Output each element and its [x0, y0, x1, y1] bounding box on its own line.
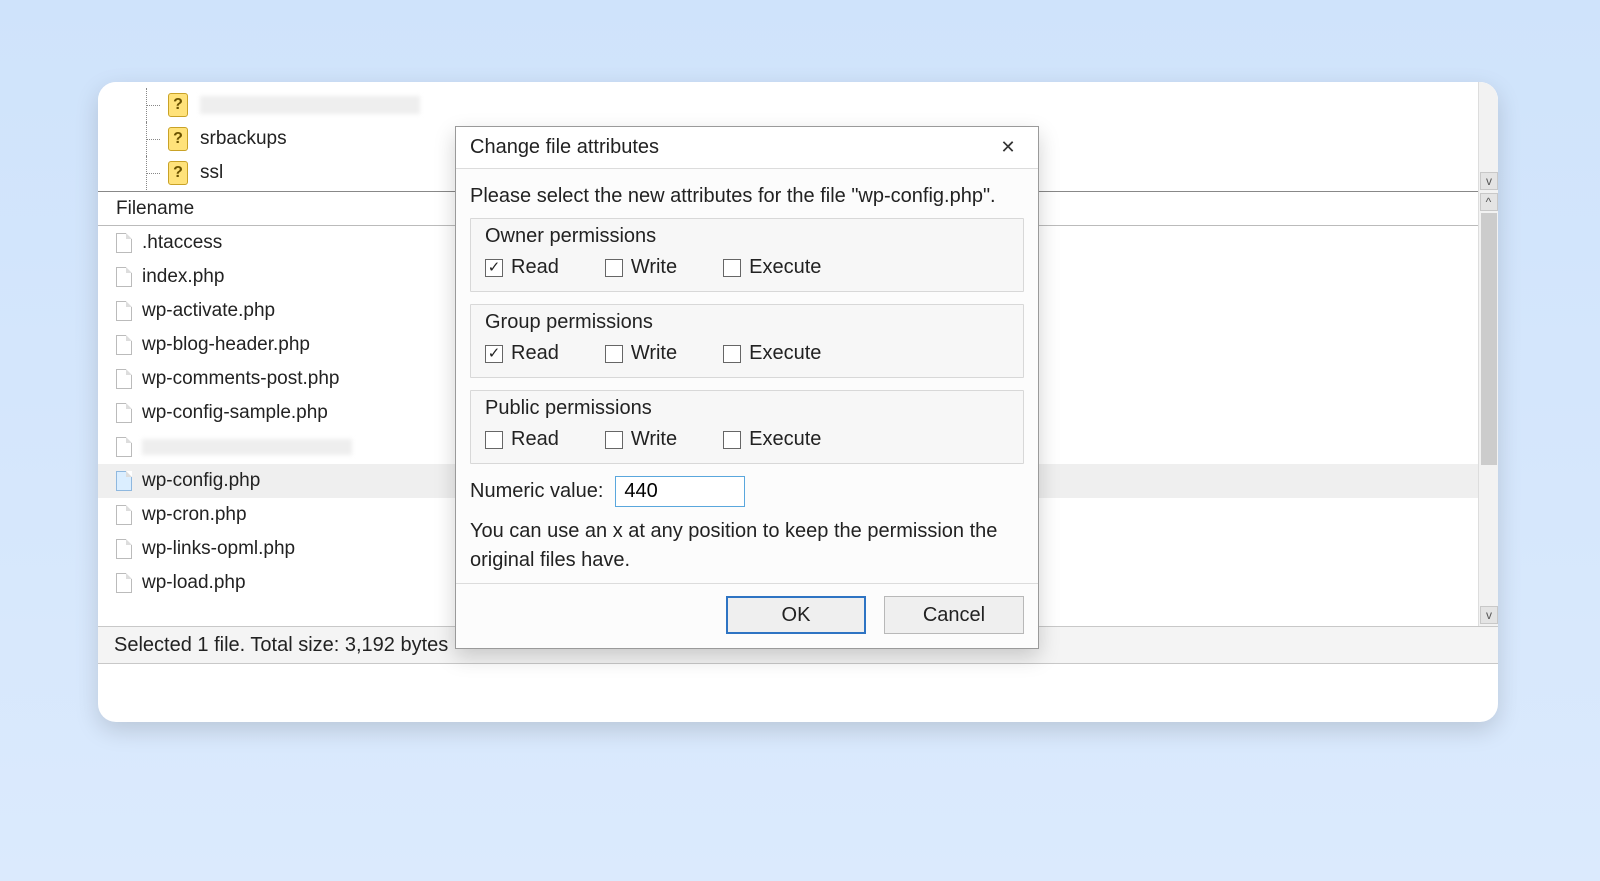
checkbox-icon	[485, 259, 503, 277]
tree-scrollbar[interactable]: v	[1478, 82, 1498, 192]
group-title: Public permissions	[485, 397, 1009, 420]
cancel-button[interactable]: Cancel	[884, 596, 1024, 634]
checkbox-label: Execute	[749, 428, 821, 451]
group-execute-checkbox[interactable]: Execute	[723, 342, 821, 365]
file-name: .htaccess	[142, 232, 222, 254]
checkbox-label: Write	[631, 342, 677, 365]
file-name: wp-config-sample.php	[142, 402, 328, 424]
file-icon	[116, 471, 132, 491]
group-write-checkbox[interactable]: Write	[605, 342, 677, 365]
unknown-folder-icon: ?	[168, 93, 188, 117]
file-name: wp-links-opml.php	[142, 538, 295, 560]
change-attributes-dialog: Change file attributes ✕ Please select t…	[455, 126, 1039, 649]
public-write-checkbox[interactable]: Write	[605, 428, 677, 451]
dialog-hint: You can use an x at any position to keep…	[470, 517, 1024, 575]
status-text: Selected 1 file. Total size: 3,192 bytes	[114, 634, 448, 657]
group-read-checkbox[interactable]: Read	[485, 342, 559, 365]
checkbox-label: Read	[511, 256, 559, 279]
file-icon	[116, 335, 132, 355]
file-icon	[116, 505, 132, 525]
dialog-instruction: Please select the new attributes for the…	[470, 185, 1024, 208]
file-icon	[116, 301, 132, 321]
checkbox-icon	[723, 259, 741, 277]
checkbox-icon	[723, 431, 741, 449]
file-name: index.php	[142, 266, 224, 288]
scroll-up-icon[interactable]: ^	[1480, 193, 1498, 211]
tree-item-label: ssl	[200, 162, 223, 184]
owner-permissions-group: Owner permissions Read Write Execute	[470, 218, 1024, 292]
group-permissions-group: Group permissions Read Write Execute	[470, 304, 1024, 378]
file-icon	[116, 267, 132, 287]
checkbox-label: Write	[631, 428, 677, 451]
file-icon	[116, 369, 132, 389]
tree-branch-icon	[136, 156, 168, 190]
file-icon	[116, 437, 132, 457]
checkbox-icon	[605, 345, 623, 363]
unknown-folder-icon: ?	[168, 161, 188, 185]
owner-execute-checkbox[interactable]: Execute	[723, 256, 821, 279]
checkbox-icon	[723, 345, 741, 363]
checkbox-icon	[605, 431, 623, 449]
numeric-value-input[interactable]	[615, 476, 745, 507]
file-icon	[116, 403, 132, 423]
owner-write-checkbox[interactable]: Write	[605, 256, 677, 279]
file-icon	[116, 233, 132, 253]
tree-item[interactable]: ?	[136, 88, 1498, 122]
dialog-title: Change file attributes	[470, 136, 988, 159]
file-icon	[116, 573, 132, 593]
separator	[456, 583, 1038, 584]
checkbox-label: Write	[631, 256, 677, 279]
tree-branch-icon	[136, 88, 168, 122]
file-name: wp-load.php	[142, 572, 246, 594]
tree-item-label	[200, 96, 420, 114]
public-execute-checkbox[interactable]: Execute	[723, 428, 821, 451]
checkbox-label: Execute	[749, 342, 821, 365]
tree-item-label: srbackups	[200, 128, 287, 150]
file-name: wp-activate.php	[142, 300, 275, 322]
numeric-value-row: Numeric value:	[470, 476, 1024, 507]
scroll-down-icon[interactable]: v	[1480, 606, 1498, 624]
list-scrollbar[interactable]: ^ v	[1478, 192, 1498, 626]
file-name	[142, 439, 352, 455]
button-label: OK	[782, 604, 811, 627]
checkbox-label: Read	[511, 342, 559, 365]
ok-button[interactable]: OK	[726, 596, 866, 634]
dialog-titlebar[interactable]: Change file attributes ✕	[456, 127, 1038, 169]
group-title: Owner permissions	[485, 225, 1009, 248]
button-label: Cancel	[923, 604, 985, 627]
checkbox-icon	[605, 259, 623, 277]
tree-branch-icon	[136, 122, 168, 156]
file-name: wp-comments-post.php	[142, 368, 339, 390]
public-permissions-group: Public permissions Read Write Execute	[470, 390, 1024, 464]
checkbox-label: Execute	[749, 256, 821, 279]
file-icon	[116, 539, 132, 559]
close-icon: ✕	[1000, 137, 1015, 158]
unknown-folder-icon: ?	[168, 127, 188, 151]
file-name: wp-blog-header.php	[142, 334, 310, 356]
close-button[interactable]: ✕	[988, 132, 1028, 164]
owner-read-checkbox[interactable]: Read	[485, 256, 559, 279]
checkbox-icon	[485, 431, 503, 449]
checkbox-label: Read	[511, 428, 559, 451]
file-name: wp-config.php	[142, 470, 260, 492]
group-title: Group permissions	[485, 311, 1009, 334]
public-read-checkbox[interactable]: Read	[485, 428, 559, 451]
checkbox-icon	[485, 345, 503, 363]
numeric-value-label: Numeric value:	[470, 480, 603, 503]
file-name: wp-cron.php	[142, 504, 247, 526]
scroll-down-icon[interactable]: v	[1480, 172, 1498, 190]
scrollbar-thumb[interactable]	[1481, 213, 1497, 465]
